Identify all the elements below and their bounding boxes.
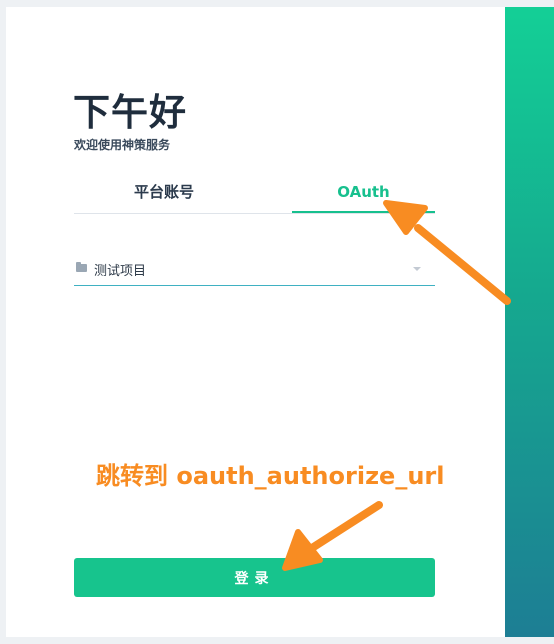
annotation-arrow-to-login-button [282, 501, 383, 571]
annotation-arrows [282, 200, 511, 571]
annotation-arrow-to-oauth-tab [383, 200, 511, 305]
